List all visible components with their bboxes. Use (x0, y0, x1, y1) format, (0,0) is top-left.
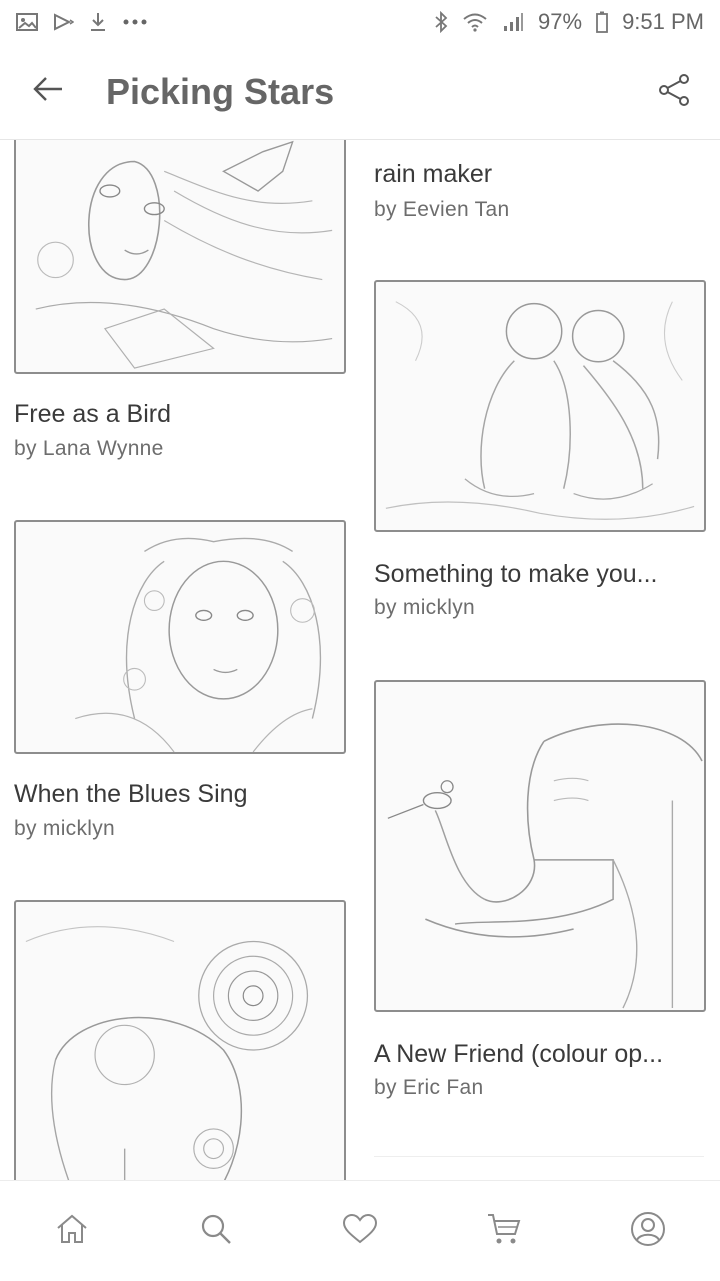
image-icon (16, 12, 38, 32)
artwork-title: When the Blues Sing (14, 780, 248, 808)
artwork-title: Something to make you... (374, 560, 658, 588)
signal-icon (502, 12, 524, 32)
download-icon (88, 11, 108, 33)
artwork-thumbnail (14, 900, 346, 1180)
bluetooth-icon (434, 11, 448, 33)
bottom-navigation (0, 1180, 720, 1281)
nav-search[interactable] (180, 1195, 252, 1267)
clock: 9:51 PM (622, 9, 704, 34)
search-icon (199, 1212, 233, 1251)
nav-cart[interactable] (468, 1195, 540, 1267)
artwork-card-elephant-pattern[interactable] (14, 900, 346, 1180)
nav-home[interactable] (36, 1195, 108, 1267)
artwork-author: by Eevien Tan (374, 198, 510, 221)
arrow-left-icon (32, 75, 64, 108)
back-button[interactable] (24, 68, 72, 116)
play-icon (52, 12, 74, 32)
wifi-icon (462, 12, 488, 32)
artwork-thumbnail (374, 680, 706, 1012)
artwork-author: by Eric Fan (374, 1076, 484, 1099)
heart-icon (342, 1213, 378, 1250)
status-bar: 97% 9:51 PM (0, 0, 720, 44)
divider (374, 1156, 704, 1157)
status-right: 97% 9:51 PM (434, 9, 704, 35)
artwork-card-when-the-blues-sing[interactable]: When the Blues Sing by micklyn (14, 520, 346, 860)
artwork-card-rain-maker[interactable]: rain maker by Eevien Tan (374, 140, 704, 240)
artwork-thumbnail (374, 280, 706, 532)
more-dots-icon (122, 18, 148, 26)
battery-percent: 97% (538, 9, 583, 34)
app-bar: Picking Stars (0, 44, 720, 140)
status-left (16, 11, 148, 33)
nav-favorites[interactable] (324, 1195, 396, 1267)
share-icon (657, 73, 691, 112)
account-icon (630, 1211, 666, 1252)
artwork-title: Free as a Bird (14, 400, 172, 428)
battery-icon (596, 11, 608, 33)
artwork-grid: rain maker by Eevien Tan Free as a Bird … (0, 140, 720, 1180)
artwork-thumbnail (14, 140, 346, 374)
page-title: Picking Stars (106, 70, 335, 112)
cart-icon (486, 1212, 522, 1251)
artwork-title: rain maker (374, 160, 493, 188)
artwork-author: by micklyn (14, 817, 116, 840)
artwork-card-a-new-friend[interactable]: A New Friend (colour op... by Eric Fan (374, 680, 706, 1100)
artwork-author: by micklyn (374, 596, 476, 619)
share-button[interactable] (650, 68, 698, 116)
artwork-thumbnail (14, 520, 346, 754)
nav-account[interactable] (612, 1195, 684, 1267)
artwork-title: A New Friend (colour op... (374, 1040, 664, 1068)
home-icon (55, 1213, 89, 1250)
artwork-card-something-to-make-you[interactable]: Something to make you... by micklyn (374, 280, 706, 620)
artwork-card-free-as-a-bird[interactable]: Free as a Bird by Lana Wynne (14, 140, 346, 470)
artwork-author: by Lana Wynne (14, 437, 164, 460)
